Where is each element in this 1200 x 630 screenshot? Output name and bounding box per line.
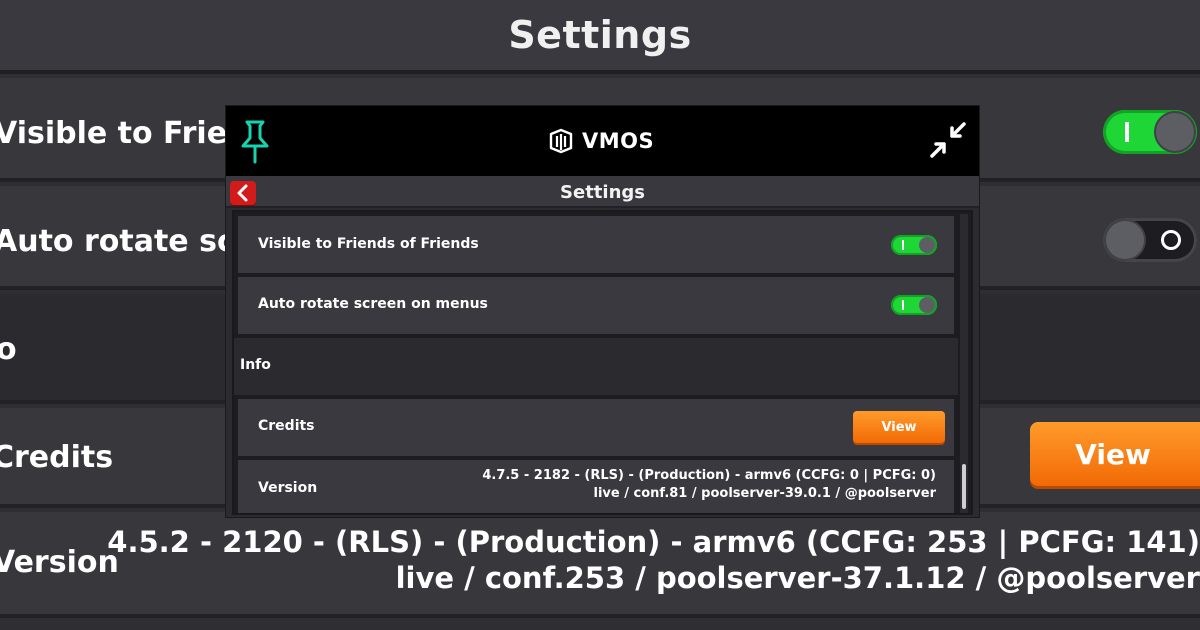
vmos-brand: VMOS	[548, 128, 654, 154]
vmos-credits-view-button[interactable]: View	[853, 411, 945, 443]
vmos-auto-rotate-label: Auto rotate screen on menus	[258, 296, 488, 312]
toggle-knob	[1106, 221, 1144, 259]
vmos-scrollbar[interactable]	[960, 214, 968, 513]
toggle-off-mark-icon	[1161, 230, 1181, 250]
vmos-section-info: Info	[234, 338, 958, 395]
vmos-row-visible-friends: Visible to Friends of Friends	[238, 216, 954, 273]
vmos-row-auto-rotate: Auto rotate screen on menus	[238, 277, 954, 334]
toggle-knob	[919, 297, 935, 313]
toggle-on-mark-icon	[1125, 122, 1129, 142]
vmos-app-screen: Settings Visible to Friends of Friends A…	[226, 176, 979, 517]
shrink-window-icon[interactable]	[926, 118, 970, 162]
vmos-window: VMOS Settings Visible to Friends of Frie…	[226, 106, 979, 517]
pin-icon[interactable]	[238, 118, 272, 164]
vmos-visible-friends-toggle[interactable]	[891, 235, 937, 255]
background-header: Settings	[0, 0, 1200, 74]
vmos-row-version: Version 4.7.5 - 2182 - (RLS) - (Producti…	[238, 460, 954, 513]
toggle-knob	[1156, 113, 1194, 151]
background-credits-view-button[interactable]: View	[1030, 422, 1200, 486]
background-info-label: o	[0, 332, 17, 367]
vmos-row-credits: Credits View	[238, 399, 954, 456]
vmos-app-title: Settings	[560, 182, 645, 203]
background-version-line1: 4.5.2 - 2120 - (RLS) - (Production) - ar…	[107, 525, 1200, 559]
vmos-version-line1: 4.7.5 - 2182 - (RLS) - (Production) - ar…	[482, 468, 936, 483]
background-page-title: Settings	[508, 13, 692, 57]
background-credits-view-label: View	[1075, 437, 1151, 471]
background-visible-friends-toggle[interactable]	[1103, 110, 1197, 154]
vmos-version-text: 4.7.5 - 2182 - (RLS) - (Production) - ar…	[482, 467, 936, 503]
vmos-brand-text: VMOS	[582, 129, 655, 153]
vmos-auto-rotate-toggle[interactable]	[891, 295, 937, 315]
background-auto-rotate-toggle[interactable]	[1103, 218, 1197, 262]
background-credits-label: Credits	[0, 440, 114, 475]
vmos-titlebar[interactable]: VMOS	[226, 106, 979, 176]
vmos-info-label: Info	[240, 357, 271, 373]
background-version-text: 4.5.2 - 2120 - (RLS) - (Production) - ar…	[107, 524, 1200, 596]
vmos-logo-icon	[549, 128, 573, 154]
vmos-credits-label: Credits	[258, 418, 315, 434]
background-version-line2: live / conf.253 / poolserver-37.1.12 / @…	[395, 561, 1200, 595]
toggle-on-mark-icon	[902, 240, 904, 250]
vmos-credits-view-label: View	[881, 419, 917, 435]
vmos-version-line2: live / conf.81 / poolserver-39.0.1 / @po…	[593, 486, 936, 501]
vmos-app-header: Settings	[226, 176, 979, 208]
vmos-version-label: Version	[258, 480, 318, 496]
vmos-settings-list[interactable]: Visible to Friends of Friends Auto rotat…	[232, 210, 973, 515]
toggle-on-mark-icon	[902, 300, 904, 310]
vmos-visible-friends-label: Visible to Friends of Friends	[258, 236, 479, 252]
background-version-label: Version	[0, 545, 119, 580]
toggle-knob	[919, 237, 935, 253]
vmos-scroll-thumb[interactable]	[962, 464, 966, 509]
